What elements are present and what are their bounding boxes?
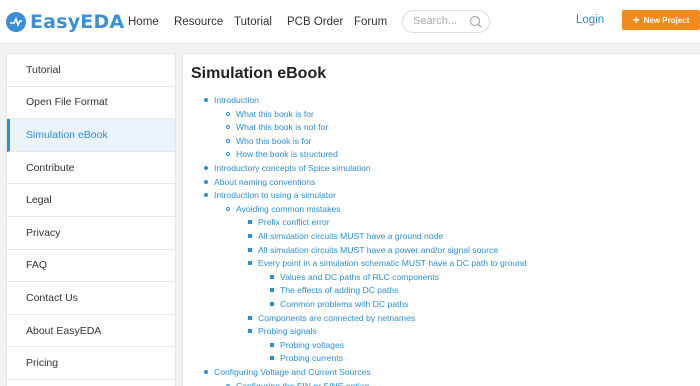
toc-bullet	[248, 234, 252, 238]
toc-link[interactable]: The effects of adding DC paths	[280, 285, 398, 295]
toc-bullet	[204, 179, 208, 184]
logo-icon	[4, 10, 28, 34]
toc-bullet	[248, 247, 252, 252]
nav-home[interactable]: Home	[128, 0, 159, 44]
toc-link[interactable]: Configuring Voltage and Current Sources	[214, 367, 371, 377]
toc-link[interactable]: Avoiding common mistakes	[236, 204, 340, 214]
toc-bullet	[270, 342, 274, 347]
main-content: Simulation eBook Introduction What this b…	[182, 53, 700, 386]
toc-link[interactable]: What this book is not for	[236, 122, 328, 132]
sidebar-item-label: FAQ	[26, 259, 48, 272]
toc-bullet	[270, 302, 274, 306]
nav-tutorial-link[interactable]: Tutorial	[234, 16, 272, 28]
login-link[interactable]: Login	[576, 14, 604, 26]
toc-bullet	[204, 193, 208, 198]
new-project-label: New Project	[643, 15, 690, 25]
toc-link[interactable]: Probing signals	[258, 326, 317, 336]
toc-bullet	[204, 166, 208, 170]
new-project-button[interactable]: + New Project	[622, 10, 700, 30]
sidebar-item-label: Pricing	[26, 357, 59, 370]
toc-link[interactable]: Components are connected by netnames	[258, 313, 415, 323]
top-header: EasyEDA Home Resource Tutorial PCB Order…	[0, 0, 700, 44]
toc-bullet	[248, 315, 252, 320]
toc-link[interactable]: How the book is structured	[236, 149, 338, 159]
sidebar-item-simulation-ebook[interactable]: Simulation eBook	[7, 119, 175, 152]
sidebar-item-privacy[interactable]: Privacy	[7, 217, 175, 250]
toc-bullet	[226, 125, 230, 130]
toc-bullet	[226, 138, 230, 143]
nav-pcb-order[interactable]: PCB Order	[287, 0, 343, 44]
sidebar-item-tutorial[interactable]: Tutorial	[7, 54, 175, 87]
toc-bullet	[248, 261, 252, 266]
toc-link[interactable]: Introduction to using a simulator	[214, 190, 336, 200]
sidebar-item-label: Contribute	[26, 161, 75, 174]
toc-bullet	[226, 152, 230, 157]
toc-link[interactable]: All simulation circuits MUST have a grou…	[258, 231, 443, 241]
toc-link[interactable]: Every point in a simulation schematic MU…	[258, 258, 527, 268]
nav-resource-link[interactable]: Resource	[174, 16, 223, 28]
toc-bullet	[226, 206, 230, 211]
toc-link[interactable]: Configuring the SIN or SINE option	[236, 381, 369, 386]
toc-bullet	[270, 356, 274, 361]
logo[interactable]: EasyEDA	[4, 8, 124, 36]
search-box[interactable]	[402, 10, 490, 33]
toc-link[interactable]: All simulation circuits MUST have a powe…	[258, 245, 498, 255]
toc-link[interactable]: Probing currents	[280, 353, 343, 363]
nav-tutorial[interactable]: Tutorial	[234, 0, 272, 44]
toc-bullet	[248, 329, 252, 334]
toc-link[interactable]: About naming conventions	[214, 177, 315, 187]
plus-icon: +	[632, 13, 640, 27]
page-title: Simulation eBook	[191, 65, 327, 82]
nav-forum-link[interactable]: Forum	[354, 16, 387, 28]
sidebar-item-contribute[interactable]: Contribute	[7, 152, 175, 185]
sidebar-item-label: Privacy	[26, 226, 61, 239]
toc-link[interactable]: Who this book is for	[236, 136, 311, 146]
nav-resource[interactable]: Resource	[174, 0, 223, 44]
toc-link[interactable]: What this book is for	[236, 109, 314, 119]
sidebar-item-contact-us[interactable]: Contact Us	[7, 282, 175, 315]
toc-link[interactable]: Common problems with DC paths	[280, 299, 408, 309]
sidebar-item-faq[interactable]: FAQ	[7, 250, 175, 283]
toc-bullet	[248, 220, 252, 225]
search-icon[interactable]	[469, 15, 483, 29]
toc-link[interactable]: Values and DC paths of RLC components	[280, 272, 439, 282]
toc-bullet	[270, 274, 274, 279]
sidebar-item-label: About EasyEDA	[26, 324, 102, 337]
toc-link[interactable]: Prefix conflict error	[258, 217, 330, 227]
sidebar-item-label: Simulation eBook	[26, 128, 108, 141]
nav-home-link[interactable]: Home	[128, 16, 159, 28]
sidebar-item-label: Legal	[26, 194, 52, 207]
toc-link[interactable]: Introduction	[214, 95, 259, 105]
toc-bullet	[226, 111, 230, 116]
sidebar-item-label: Contact Us	[26, 291, 78, 304]
logo-text: EasyEDA	[30, 11, 125, 33]
toc-bullet	[204, 98, 208, 102]
search-input[interactable]	[413, 15, 469, 27]
nav-pcb-order-link[interactable]: PCB Order	[287, 16, 343, 28]
sidebar-item-label: Tutorial	[26, 63, 61, 76]
sidebar: Tutorial Open File Format Simulation eBo…	[6, 53, 176, 386]
sidebar-item-pricing[interactable]: Pricing	[7, 347, 175, 380]
toc-link[interactable]: Introductory concepts of Spice simulatio…	[214, 163, 371, 173]
sidebar-item-label: Open File Format	[26, 96, 108, 109]
toc-link[interactable]: Probing voltages	[280, 340, 344, 350]
sidebar-item-legal[interactable]: Legal	[7, 184, 175, 217]
sidebar-item-open-file-format[interactable]: Open File Format	[7, 87, 175, 120]
nav-forum[interactable]: Forum	[354, 0, 387, 44]
toc-bullet	[204, 370, 208, 374]
toc-bullet	[270, 288, 274, 293]
sidebar-item-about-easyeda[interactable]: About EasyEDA	[7, 315, 175, 348]
